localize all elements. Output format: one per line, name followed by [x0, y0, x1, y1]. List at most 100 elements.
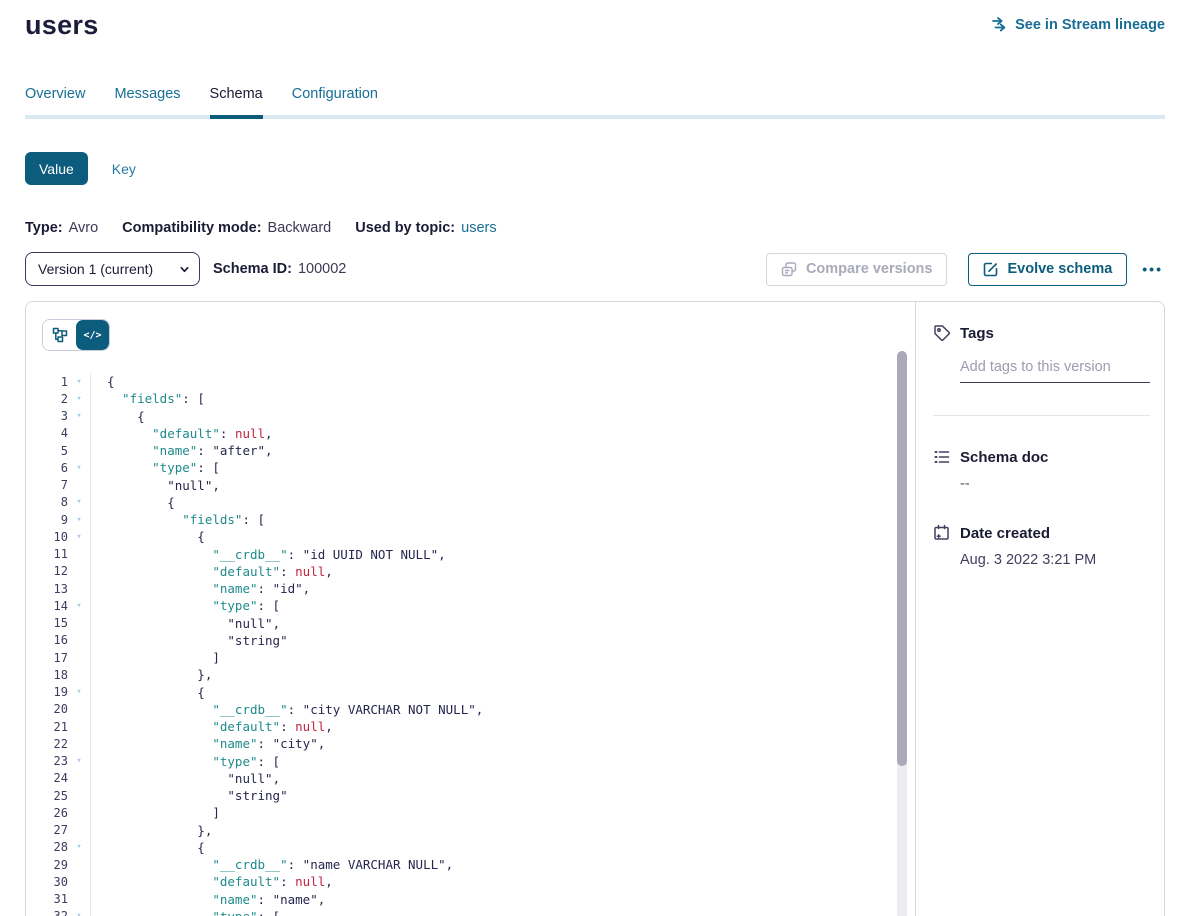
code-line-text: "null", [90, 477, 220, 494]
tree-view-button[interactable] [43, 320, 76, 350]
evolve-schema-button[interactable]: Evolve schema [968, 253, 1127, 286]
compare-versions-label: Compare versions [806, 261, 933, 277]
compare-versions-button[interactable]: Compare versions [766, 253, 948, 286]
code-line: 13"name": "id", [42, 580, 915, 597]
code-line: 15"null", [42, 615, 915, 632]
code-line-text: "default": null, [90, 425, 273, 442]
tab-configuration[interactable]: Configuration [292, 86, 378, 115]
code-line-text: { [90, 684, 205, 701]
schema-doc-heading-row: Schema doc [933, 448, 1150, 466]
fold-toggle-icon[interactable]: ▾ [68, 756, 90, 766]
value-toggle-button[interactable]: Value [25, 152, 88, 185]
schema-page: users See in Stream lineage Overview Mess… [0, 0, 1189, 916]
line-number: 11 [42, 547, 68, 561]
code-view-button[interactable]: </> [76, 320, 109, 350]
meta-value: Avro [69, 220, 99, 236]
code-line-text: "type": [ [90, 459, 220, 476]
meta-item: Used by topic:users [355, 220, 496, 236]
see-in-stream-lineage-link[interactable]: See in Stream lineage [991, 16, 1165, 33]
date-created-value: Aug. 3 2022 3:21 PM [960, 552, 1150, 568]
tab-overview[interactable]: Overview [25, 86, 85, 115]
more-options-button[interactable]: ••• [1140, 257, 1165, 281]
code-line: 27}, [42, 822, 915, 839]
line-number: 10 [42, 530, 68, 544]
list-icon [933, 448, 951, 466]
code-line: 4 "default": null, [42, 425, 915, 442]
fold-toggle-icon[interactable]: ▾ [68, 394, 90, 404]
line-number: 4 [42, 426, 68, 440]
code-line: 7"null", [42, 477, 915, 494]
code-line-text: "default": null, [90, 718, 333, 735]
tab-messages[interactable]: Messages [114, 86, 180, 115]
meta-item: Type:Avro [25, 220, 98, 236]
code-line: 18}, [42, 666, 915, 683]
code-line: 5"name": "after", [42, 442, 915, 459]
line-number: 8 [42, 495, 68, 509]
line-number: 31 [42, 892, 68, 906]
code-line: 17] [42, 649, 915, 666]
scrollbar-track[interactable] [897, 351, 907, 916]
fold-toggle-icon[interactable]: ▾ [68, 842, 90, 852]
fold-toggle-icon[interactable]: ▾ [68, 532, 90, 542]
code-line-text: { [90, 373, 115, 390]
code-line-text: "__crdb__": "id UUID NOT NULL", [90, 546, 446, 563]
fold-toggle-icon[interactable]: ▾ [68, 911, 90, 916]
line-number: 20 [42, 702, 68, 716]
code-line: 9▾"fields": [ [42, 511, 915, 528]
code-line: 23▾"type": [ [42, 753, 915, 770]
line-number: 27 [42, 823, 68, 837]
edit-icon [983, 262, 998, 277]
tabs: Overview Messages Schema Configuration [25, 86, 1165, 119]
code-line: 22"name": "city", [42, 735, 915, 752]
code-line-text: { [90, 839, 205, 856]
code-line-text: "null", [90, 770, 280, 787]
version-select[interactable]: Version 1 (current) [25, 252, 200, 286]
schema-doc-value: -- [960, 476, 1150, 492]
sidebar-divider [933, 415, 1150, 416]
date-created-heading: Date created [960, 525, 1050, 542]
code-line: 8▾{ [42, 494, 915, 511]
meta-label: Compatibility mode: [122, 220, 261, 236]
schema-doc-section: Schema doc -- [933, 448, 1150, 492]
code-line: 30"default": null, [42, 873, 915, 890]
page-header: users See in Stream lineage [25, 0, 1165, 42]
code-line: 19▾{ [42, 684, 915, 701]
schema-meta-row: Type:AvroCompatibility mode:BackwardUsed… [25, 220, 1165, 236]
code-line-text: "fields": [ [90, 390, 205, 407]
line-number: 14 [42, 599, 68, 613]
line-number: 1 [42, 375, 68, 389]
code-line-text: "__crdb__": "name VARCHAR NULL", [90, 856, 453, 873]
code-line-text: "__crdb__": "city VARCHAR NOT NULL", [90, 701, 483, 718]
code-line-text: "default": null, [90, 563, 333, 580]
code-line: 26] [42, 804, 915, 821]
code-editor: 1▾{2▾"fields": [3▾{4"default": null,5"na… [42, 373, 915, 916]
fold-toggle-icon[interactable]: ▾ [68, 497, 90, 507]
value-key-toggle: Value Key [25, 152, 1165, 185]
code-line: 12"default": null, [42, 563, 915, 580]
code-line-text: "null", [90, 615, 280, 632]
fold-toggle-icon[interactable]: ▾ [68, 377, 90, 387]
line-number: 32 [42, 909, 68, 916]
tags-heading-row: Tags [933, 324, 1150, 342]
code-line: 25"string" [42, 787, 915, 804]
add-tags-input[interactable] [960, 359, 1150, 383]
schema-controls-row: Version 1 (current) Schema ID:100002 Com… [25, 252, 1165, 286]
tab-schema[interactable]: Schema [210, 86, 263, 115]
version-select-wrapper: Version 1 (current) [25, 252, 200, 286]
scrollbar-thumb[interactable] [897, 351, 907, 766]
line-number: 16 [42, 633, 68, 647]
code-line: 24"null", [42, 770, 915, 787]
tag-icon [933, 324, 951, 342]
key-toggle-button[interactable]: Key [112, 161, 136, 177]
fold-toggle-icon[interactable]: ▾ [68, 601, 90, 611]
code-line-text: { [90, 408, 145, 425]
date-created-section: Date created Aug. 3 2022 3:21 PM [933, 524, 1150, 568]
fold-toggle-icon[interactable]: ▾ [68, 515, 90, 525]
code-line: 16"string" [42, 632, 915, 649]
fold-toggle-icon[interactable]: ▾ [68, 411, 90, 421]
schema-doc-heading: Schema doc [960, 449, 1048, 466]
meta-value-link[interactable]: users [461, 220, 496, 236]
fold-toggle-icon[interactable]: ▾ [68, 687, 90, 697]
fold-toggle-icon[interactable]: ▾ [68, 463, 90, 473]
code-line: 11 "__crdb__": "id UUID NOT NULL", [42, 546, 915, 563]
